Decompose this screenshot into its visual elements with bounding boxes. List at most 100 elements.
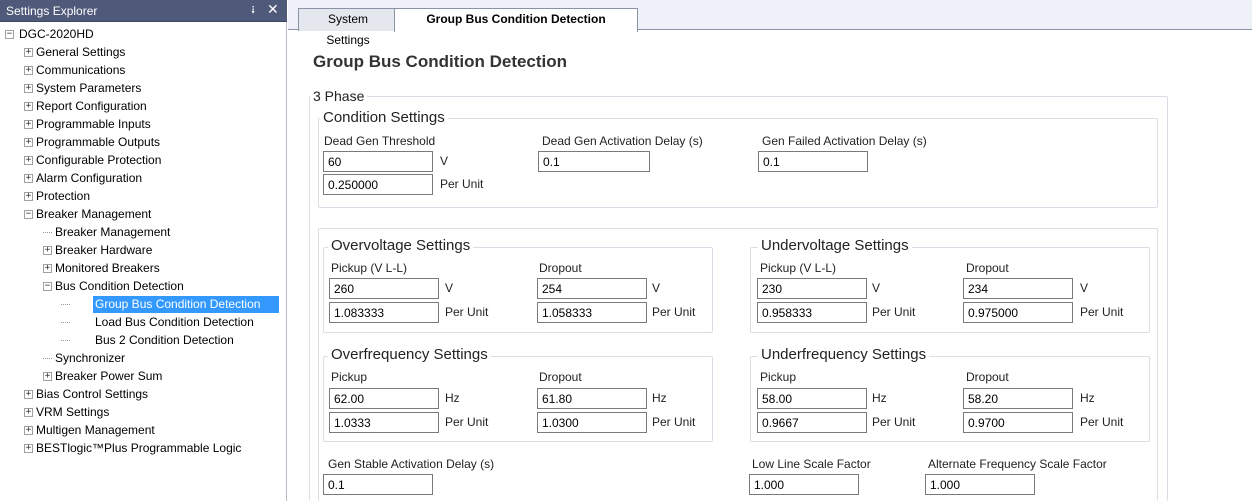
tree-item-label[interactable]: Protection	[34, 188, 92, 205]
pin-icon[interactable]: ⭭	[251, 3, 255, 17]
tree-item-label[interactable]: Programmable Outputs	[34, 134, 162, 151]
three-phase-title: 3 Phase	[310, 88, 368, 104]
ov-pickup-unit: V	[445, 281, 454, 295]
tree-item-label[interactable]: Breaker Management	[34, 206, 153, 223]
tree-item-label[interactable]: Synchronizer	[53, 350, 127, 367]
uf-pickup-pu-unit: Per Unit	[872, 415, 916, 429]
alt-freq-scale-input[interactable]	[925, 474, 1035, 495]
of-pickup-pu-input[interactable]	[329, 412, 439, 433]
expand-icon[interactable]: +	[24, 66, 33, 75]
ov-pickup-label: Pickup (V L-L)	[331, 261, 408, 275]
tree-item-label[interactable]: Programmable Inputs	[34, 116, 153, 133]
uv-dropout-input[interactable]	[963, 278, 1073, 299]
collapse-icon[interactable]: −	[43, 282, 52, 291]
undervoltage-title: Undervoltage Settings	[758, 237, 912, 254]
low-line-scale-label: Low Line Scale Factor	[752, 457, 871, 471]
tree-item-label[interactable]: Monitored Breakers	[53, 260, 162, 277]
dead-gen-threshold-pu-input[interactable]	[323, 174, 433, 195]
tree-item-label[interactable]: Alarm Configuration	[34, 170, 144, 187]
ov-dropout-input[interactable]	[537, 278, 647, 299]
tree-item-label[interactable]: Bias Control Settings	[34, 386, 150, 403]
tree-item-label[interactable]: Communications	[34, 62, 127, 79]
uv-pickup-unit: V	[872, 281, 881, 295]
uv-dropout-pu-input[interactable]	[963, 302, 1073, 323]
ov-dropout-pu-input[interactable]	[537, 302, 647, 323]
expand-icon[interactable]: +	[24, 138, 33, 147]
expand-icon[interactable]: +	[43, 246, 52, 255]
tree-item-label[interactable]: Report Configuration	[34, 98, 149, 115]
dead-gen-threshold-input[interactable]	[323, 151, 433, 172]
tree-item-label[interactable]: Multigen Management	[34, 422, 157, 439]
gen-failed-delay-input[interactable]	[758, 151, 868, 172]
expand-icon[interactable]: +	[24, 192, 33, 201]
uv-dropout-pu-unit: Per Unit	[1080, 305, 1124, 319]
dead-gen-delay-label: Dead Gen Activation Delay (s)	[542, 134, 703, 148]
tree-item-label[interactable]: Breaker Hardware	[53, 242, 154, 259]
tree-item-label[interactable]: Breaker Power Sum	[53, 368, 164, 385]
expand-icon[interactable]: +	[24, 84, 33, 93]
alt-freq-scale-label: Alternate Frequency Scale Factor	[928, 457, 1107, 471]
ov-pickup-pu-unit: Per Unit	[445, 305, 489, 319]
of-dropout-pu-unit: Per Unit	[652, 415, 696, 429]
uf-pickup-pu-input[interactable]	[757, 412, 867, 433]
gen-stable-delay-input[interactable]	[323, 474, 433, 495]
collapse-icon[interactable]: −	[5, 30, 14, 39]
tree-connector	[61, 340, 70, 341]
expand-icon[interactable]: +	[24, 426, 33, 435]
expand-icon[interactable]: +	[43, 264, 52, 273]
ov-dropout-pu-unit: Per Unit	[652, 305, 696, 319]
uv-pickup-pu-input[interactable]	[757, 302, 867, 323]
tree-item-label[interactable]: VRM Settings	[34, 404, 111, 421]
tree-root-label[interactable]: DGC-2020HD	[17, 26, 96, 43]
tree-item-label[interactable]: Load Bus Condition Detection	[93, 314, 256, 331]
expand-icon[interactable]: +	[24, 102, 33, 111]
tree-item-label[interactable]: System Parameters	[34, 80, 143, 97]
expand-icon[interactable]: +	[24, 120, 33, 129]
uf-dropout-unit: Hz	[1080, 391, 1095, 405]
of-dropout-pu-input[interactable]	[537, 412, 647, 433]
page-title: Group Bus Condition Detection	[313, 52, 568, 71]
collapse-icon[interactable]: −	[24, 210, 33, 219]
ov-pickup-input[interactable]	[329, 278, 439, 299]
ov-pickup-pu-input[interactable]	[329, 302, 439, 323]
underfrequency-title: Underfrequency Settings	[758, 346, 930, 363]
dead-gen-delay-input[interactable]	[538, 151, 650, 172]
expand-icon[interactable]: +	[24, 156, 33, 165]
tree-connector	[61, 322, 70, 323]
uf-pickup-input[interactable]	[757, 388, 867, 409]
settings-explorer-panel: Settings Explorer ⭭ ✕ − DGC-2020HD + Gen…	[0, 0, 287, 501]
tree-item-label[interactable]: Configurable Protection	[34, 152, 163, 169]
tree-item-label[interactable]: Bus 2 Condition Detection	[93, 332, 236, 349]
tab-system-settings[interactable]: System Settings	[298, 8, 398, 47]
close-icon[interactable]: ✕	[267, 2, 279, 17]
expand-icon[interactable]: +	[24, 408, 33, 417]
uf-pickup-unit: Hz	[872, 391, 887, 405]
tree-connector	[43, 232, 52, 233]
dead-gen-threshold-label: Dead Gen Threshold	[324, 134, 436, 148]
panel-header: Settings Explorer ⭭ ✕	[0, 0, 287, 22]
condition-settings-title: Condition Settings	[320, 109, 448, 126]
of-pickup-unit: Hz	[445, 391, 460, 405]
of-pickup-input[interactable]	[329, 388, 439, 409]
uv-pickup-pu-unit: Per Unit	[872, 305, 916, 319]
expand-icon[interactable]: +	[24, 174, 33, 183]
tree-item-label[interactable]: General Settings	[34, 44, 127, 61]
expand-icon[interactable]: +	[43, 372, 52, 381]
panel-title: Settings Explorer	[6, 4, 98, 18]
low-line-scale-input[interactable]	[749, 474, 859, 495]
uf-dropout-input[interactable]	[963, 388, 1073, 409]
uf-dropout-pu-input[interactable]	[963, 412, 1073, 433]
uv-dropout-unit: V	[1080, 281, 1089, 295]
of-dropout-input[interactable]	[537, 388, 647, 409]
tree-item-label[interactable]: Breaker Management	[53, 224, 172, 241]
tree-item-label-selected[interactable]: Group Bus Condition Detection	[93, 296, 279, 313]
tab-group-bus-condition-detection[interactable]: Group Bus Condition Detection	[394, 8, 638, 32]
ov-dropout-label: Dropout	[539, 261, 582, 275]
uv-pickup-input[interactable]	[757, 278, 867, 299]
expand-icon[interactable]: +	[24, 390, 33, 399]
tree-item-label[interactable]: Bus Condition Detection	[53, 278, 186, 295]
expand-icon[interactable]: +	[24, 444, 33, 453]
tree-item-label[interactable]: BESTlogic™Plus Programmable Logic	[34, 440, 243, 457]
expand-icon[interactable]: +	[24, 48, 33, 57]
uv-dropout-label: Dropout	[966, 261, 1009, 275]
